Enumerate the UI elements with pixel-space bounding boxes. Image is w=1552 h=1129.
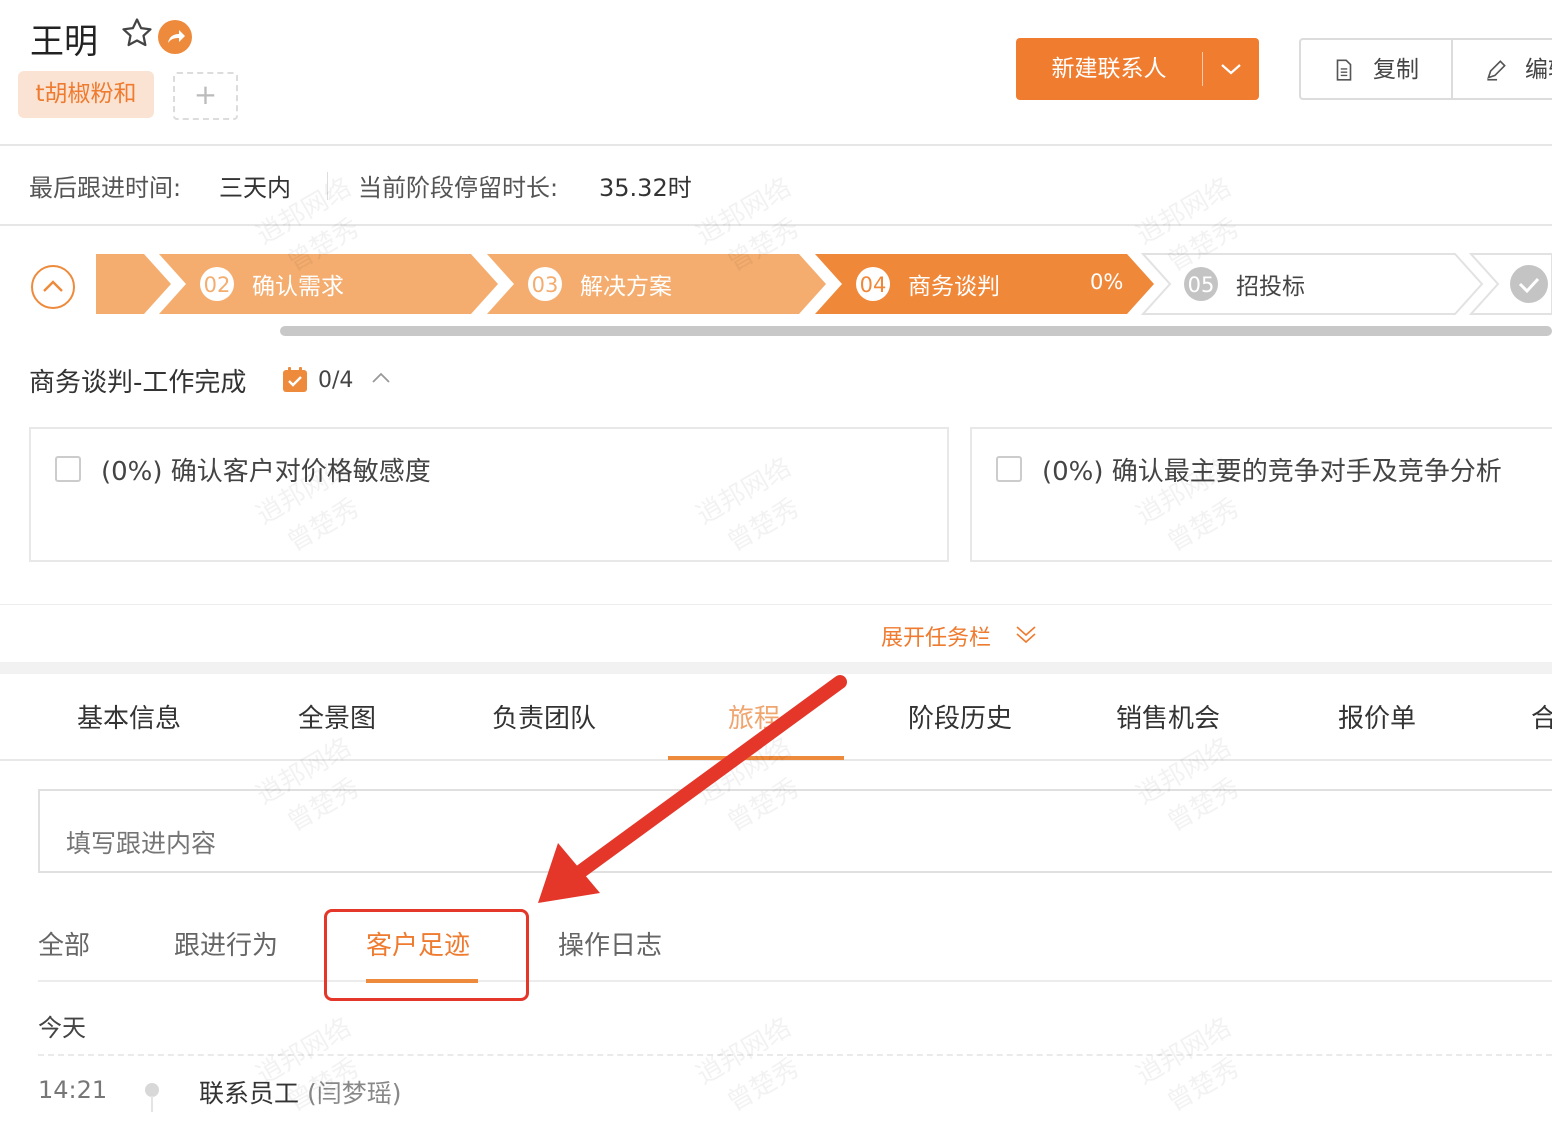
follow-up-input[interactable] (38, 789, 1552, 873)
task-card[interactable]: (0%) 确认客户对价格敏感度 (29, 427, 949, 562)
task-text: (0%) 确认最主要的竞争对手及竞争分析 (1042, 457, 1502, 487)
collapse-stage-button[interactable] (31, 265, 75, 309)
copy-label: 复制 (1373, 57, 1419, 83)
timeline-line (151, 1096, 153, 1112)
stage-label-04[interactable]: 商务谈判 (908, 267, 1000, 301)
copy-button[interactable]: 复制 (1299, 38, 1451, 100)
edit-label: 编辑 (1525, 57, 1552, 83)
divider (0, 144, 1552, 146)
stage-label-02[interactable]: 确认需求 (252, 267, 344, 301)
timeline-person: (闫梦瑶) (306, 1079, 402, 1108)
tab-contract[interactable]: 合同 (1531, 698, 1552, 735)
pencil-icon (1487, 60, 1506, 81)
stage-num-02-text: 02 (204, 273, 231, 297)
subtab-follow-actions[interactable]: 跟进行为 (174, 925, 278, 962)
subtabs-divider (38, 980, 1552, 982)
double-chevron-down-icon[interactable] (1014, 624, 1038, 644)
divider (327, 172, 328, 200)
task-checkbox[interactable] (55, 456, 81, 482)
check-icon (1510, 265, 1548, 303)
watermark: 逍邦网络曾楚秀 (1131, 1012, 1245, 1118)
annotation-highlight-box (324, 909, 529, 1001)
tab-stage-history[interactable]: 阶段历史 (908, 698, 1012, 735)
tab-journey[interactable]: 旅程 (728, 698, 780, 735)
divider (0, 224, 1552, 226)
tab-quote[interactable]: 报价单 (1338, 698, 1416, 735)
expand-task-bar (0, 604, 1552, 663)
timeline-dot (145, 1083, 159, 1097)
new-contact-label: 新建联系人 (1051, 56, 1167, 82)
task-text: (0%) 确认客户对价格敏感度 (101, 457, 431, 487)
customer-tag[interactable]: t胡椒粉和 (18, 71, 154, 118)
task-card[interactable]: (0%) 确认最主要的竞争对手及竞争分析 (970, 427, 1552, 562)
timeline-action: 联系员工 (199, 1079, 300, 1108)
stage-stay-label: 当前阶段停留时长: (358, 174, 559, 202)
stage-label-05[interactable]: 招投标 (1236, 267, 1305, 301)
expand-task-button[interactable]: 展开任务栏 (881, 620, 991, 652)
add-tag-button[interactable]: + (173, 72, 238, 120)
contact-name: 王明 (30, 22, 98, 62)
timeline-day: 今天 (38, 1014, 86, 1042)
share-icon[interactable] (158, 20, 192, 54)
tab-team[interactable]: 负责团队 (492, 698, 596, 735)
tab-basic-info[interactable]: 基本信息 (77, 698, 181, 735)
chevron-down-icon[interactable] (1203, 38, 1259, 100)
edit-button[interactable]: 编辑 (1451, 38, 1552, 100)
subtab-all[interactable]: 全部 (38, 925, 90, 962)
stage-num-05-text: 05 (1188, 273, 1215, 297)
last-follow-value: 三天内 (219, 174, 291, 202)
dashed-divider (38, 1054, 1552, 1056)
stage-num-04-text: 04 (860, 273, 887, 297)
timeline-entry: 联系员工 (闫梦瑶) (199, 1074, 401, 1110)
last-follow-label: 最后跟进时间: (29, 174, 182, 202)
watermark: 逍邦网络曾楚秀 (691, 1012, 805, 1118)
stage-stay-value: 35.32时 (599, 174, 692, 202)
watermark: 逍邦网络曾楚秀 (251, 1012, 365, 1118)
document-icon (1336, 59, 1352, 81)
task-count: 0/4 (318, 368, 354, 393)
stage-percent: 0% (1090, 270, 1124, 294)
tab-opportunity[interactable]: 销售机会 (1116, 698, 1220, 735)
section-gap (0, 662, 1552, 674)
star-icon[interactable] (120, 16, 154, 50)
horizontal-scrollbar[interactable] (280, 326, 1552, 336)
new-contact-button[interactable]: 新建联系人 (1016, 38, 1259, 100)
stage-label-03[interactable]: 解决方案 (580, 267, 672, 301)
subtab-operation-log[interactable]: 操作日志 (558, 925, 662, 962)
timeline-time: 14:21 (38, 1076, 108, 1104)
active-tab-indicator (668, 756, 844, 760)
task-section-title: 商务谈判-工作完成 (29, 368, 247, 398)
caret-up-icon[interactable] (370, 370, 392, 386)
task-checkbox[interactable] (996, 456, 1022, 482)
stage-segment-01 (96, 254, 171, 314)
tab-panorama[interactable]: 全景图 (298, 698, 376, 735)
stage-num-03-text: 03 (532, 273, 559, 297)
calendar-check-icon (283, 367, 307, 392)
